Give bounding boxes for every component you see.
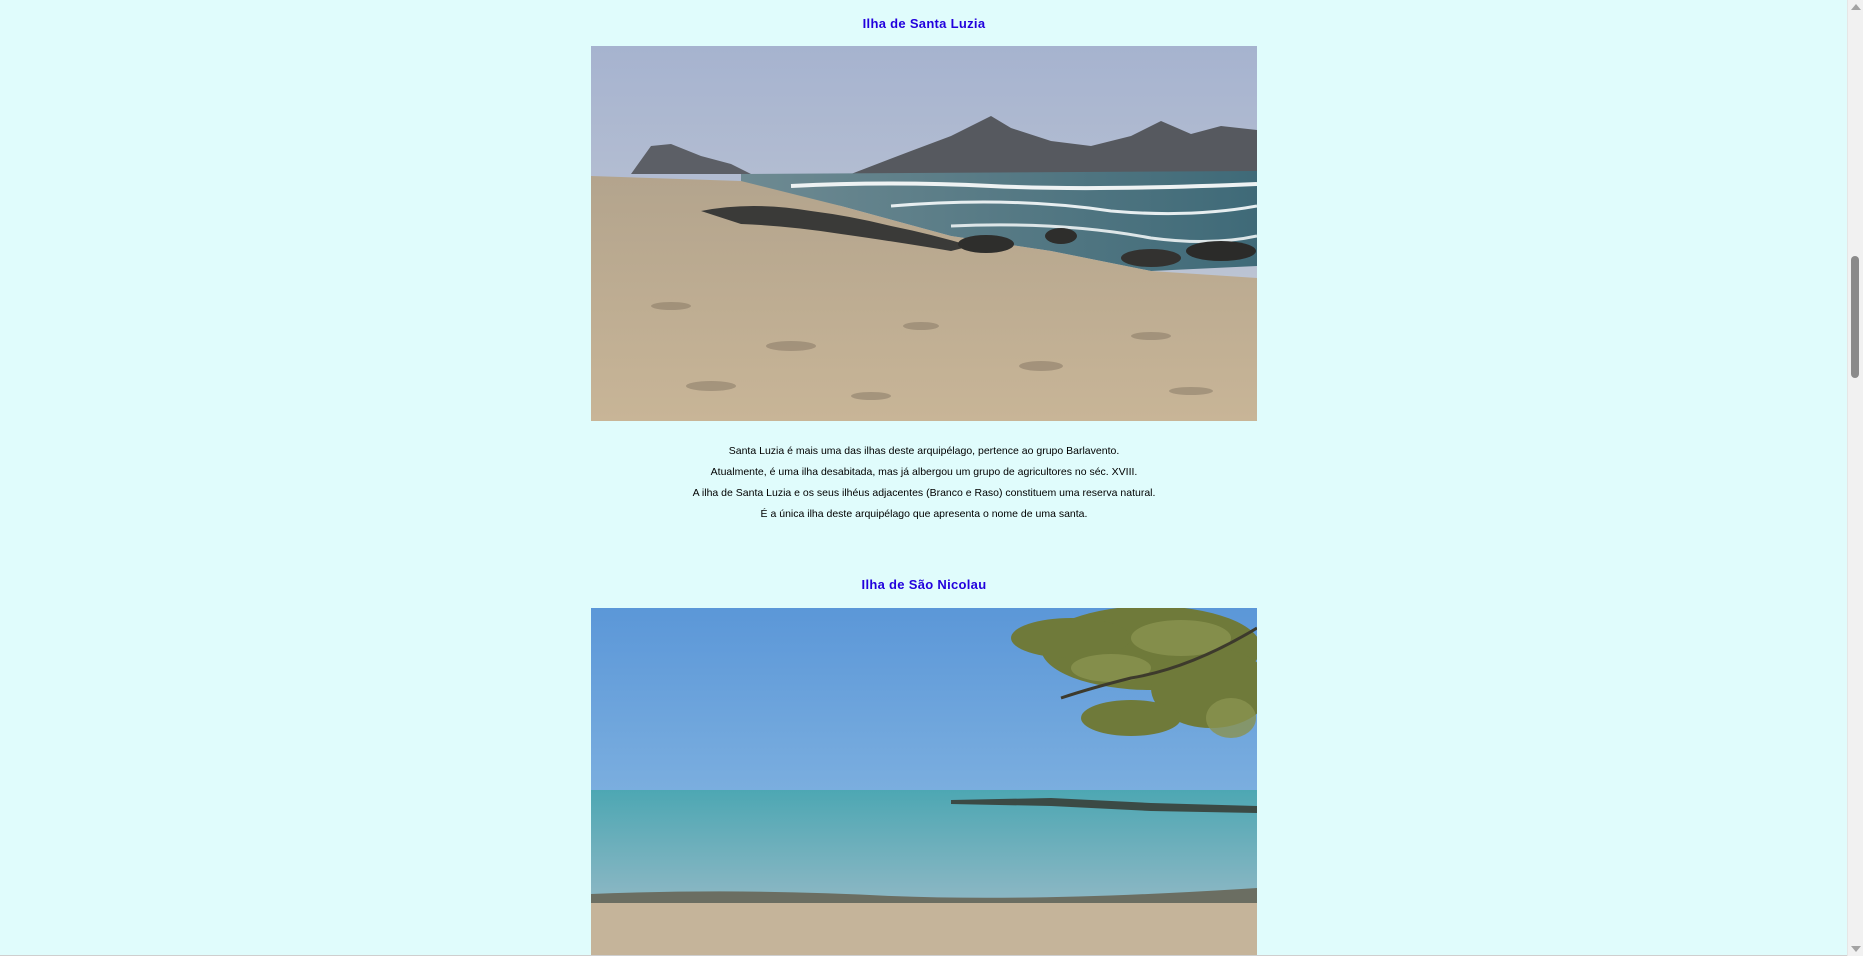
section-santa-luzia: Ilha de Santa Luzia Santa Luzia é mais u… (0, 0, 1848, 525)
santa-luzia-photo (591, 46, 1257, 421)
scroll-up-arrow-icon[interactable] (1851, 4, 1861, 10)
description-line: Santa Luzia é mais uma das ilhas deste a… (728, 445, 1120, 457)
vertical-scrollbar[interactable] (1847, 0, 1863, 956)
page-viewport: Ilha de Santa Luzia Santa Luzia é mais u… (0, 0, 1848, 956)
section-title-sao-nicolau: Ilha de São Nicolau (861, 577, 987, 592)
section-title-santa-luzia: Ilha de Santa Luzia (862, 16, 986, 31)
description-line: É a única ilha deste arquipélago que apr… (760, 508, 1088, 520)
santa-luzia-description: Santa Luzia é mais uma das ilhas deste a… (0, 441, 1848, 525)
sao-nicolau-photo (591, 608, 1257, 956)
scroll-down-arrow-icon[interactable] (1851, 946, 1861, 952)
description-line: A ilha de Santa Luzia e os seus ilhéus a… (692, 487, 1156, 499)
page-content: Ilha de Santa Luzia Santa Luzia é mais u… (0, 0, 1848, 956)
scrollbar-thumb[interactable] (1851, 256, 1859, 378)
section-sao-nicolau: Ilha de São Nicolau (0, 577, 1848, 956)
description-line: Atualmente, é uma ilha desabitada, mas j… (710, 466, 1138, 478)
